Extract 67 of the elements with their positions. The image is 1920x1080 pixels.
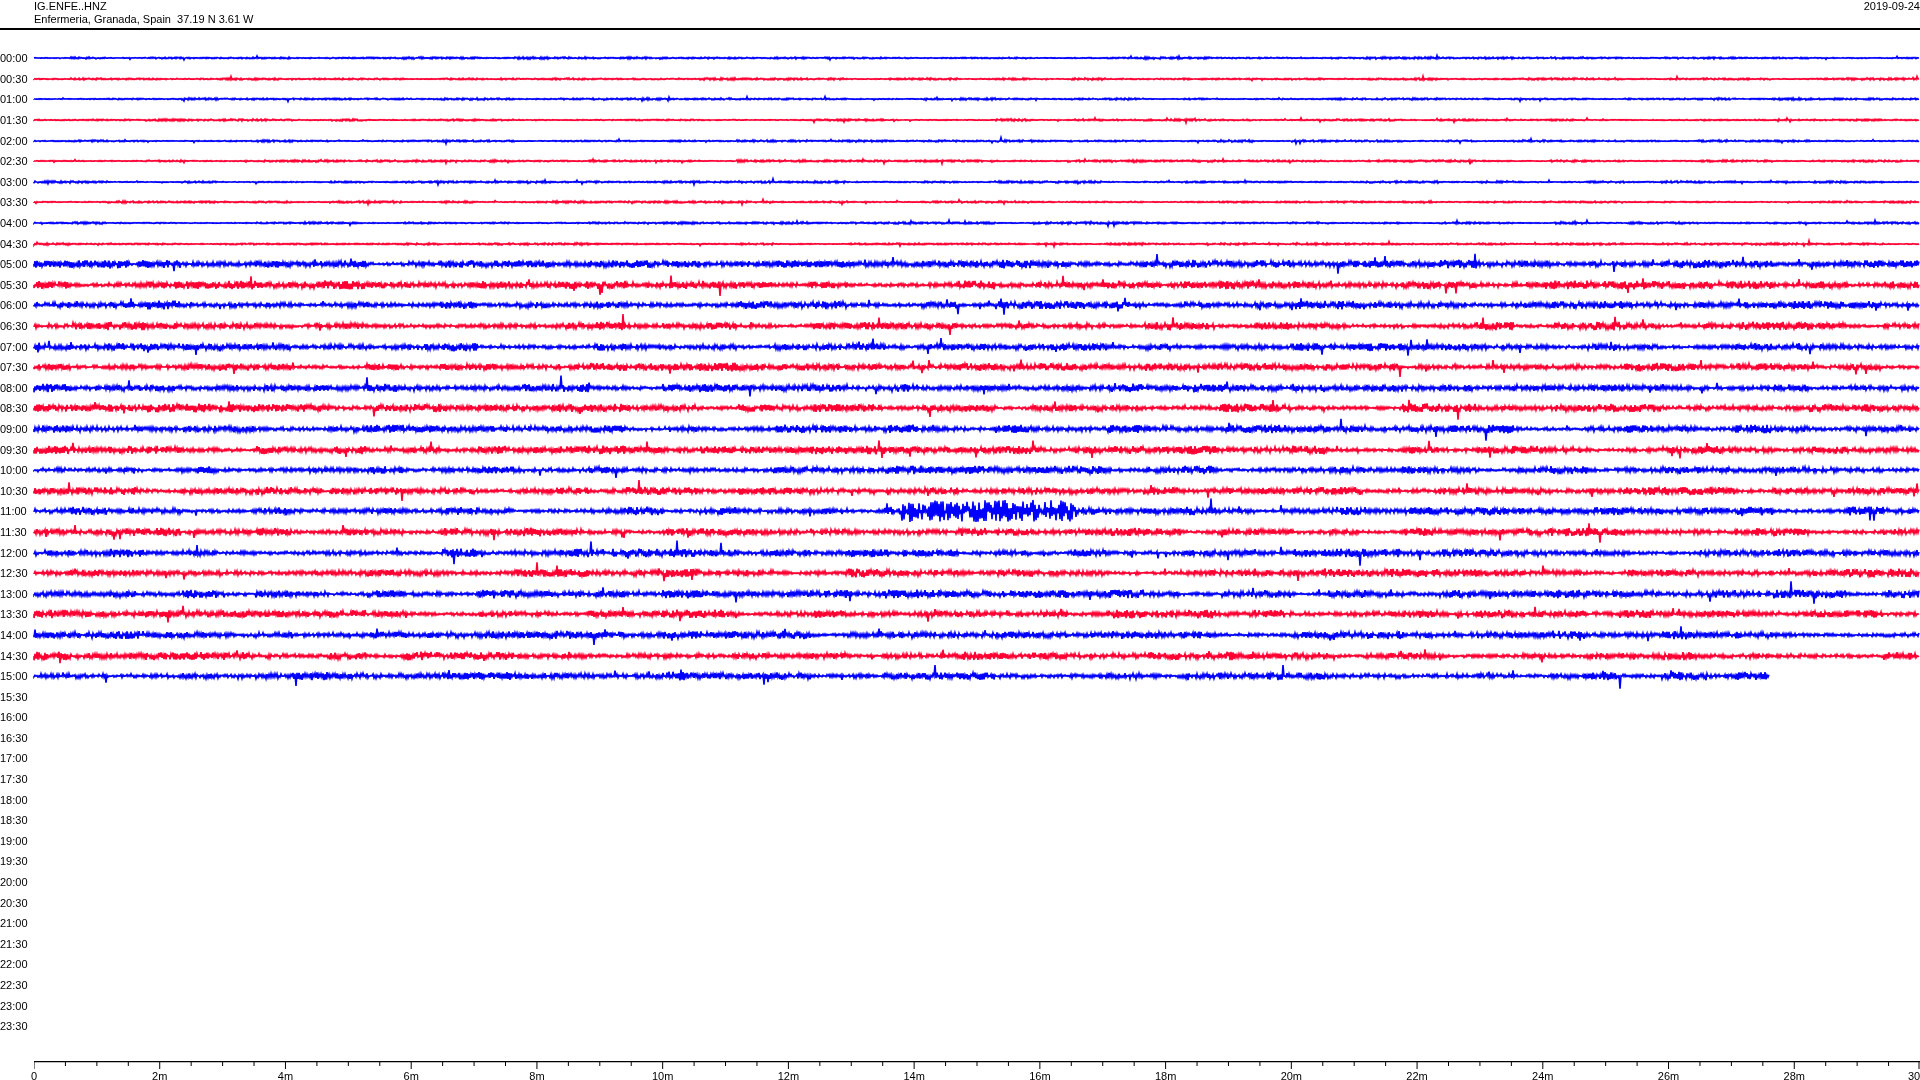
time-label: 11:30 <box>0 525 28 538</box>
axis-tick-label: 28m <box>1783 1069 1805 1080</box>
time-label: 10:00 <box>0 464 29 477</box>
time-label: 20:00 <box>0 876 29 889</box>
time-label: 21:00 <box>0 917 29 930</box>
date-label: 2019-09-24 <box>1863 0 1920 14</box>
station-location: Enfermeria, Granada, Spain 37.19 N 3.61 W <box>34 13 254 26</box>
time-label: 14:30 <box>0 649 29 662</box>
time-label: 05:30 <box>0 278 29 291</box>
axis-tick-label: 14m <box>903 1069 925 1080</box>
time-label: 09:30 <box>0 443 29 456</box>
time-label: 19:00 <box>0 834 29 847</box>
time-label: 23:30 <box>0 1020 29 1033</box>
time-label: 15:00 <box>0 670 29 683</box>
time-label: 01:00 <box>0 93 29 106</box>
axis-tick-label: 22m <box>1406 1069 1428 1080</box>
time-label: 00:00 <box>0 52 29 65</box>
time-label: 21:30 <box>0 937 29 950</box>
time-label: 18:30 <box>0 814 29 827</box>
axis-tick-label: 10m <box>651 1069 674 1080</box>
time-label: 01:30 <box>0 114 29 127</box>
time-label: 07:00 <box>0 340 29 353</box>
time-label: 03:00 <box>0 175 29 188</box>
axis-tick-label: 18m <box>1154 1069 1177 1080</box>
time-label: 05:00 <box>0 258 29 271</box>
time-label: 11:00 <box>0 505 28 518</box>
axis-tick-label: 2m <box>152 1069 168 1080</box>
axis-tick-label: 30 <box>1907 1069 1920 1080</box>
time-label: 06:30 <box>0 320 29 332</box>
time-label: 07:30 <box>0 361 29 374</box>
time-label: 12:30 <box>0 567 29 580</box>
time-label: 13:00 <box>0 587 29 600</box>
time-label: 08:00 <box>0 381 29 394</box>
time-label: 20:30 <box>0 896 29 909</box>
time-label: 00:30 <box>0 72 29 85</box>
time-label: 06:00 <box>0 299 29 312</box>
time-label: 09:00 <box>0 423 29 435</box>
time-label: 22:30 <box>0 979 29 991</box>
time-label: 16:00 <box>0 711 29 724</box>
time-label: 23:00 <box>0 999 29 1012</box>
time-label: 02:30 <box>0 155 29 168</box>
time-label: 03:30 <box>0 196 29 209</box>
time-label: 04:30 <box>0 237 29 250</box>
time-label: 18:00 <box>0 793 29 806</box>
axis-tick-label: 26m <box>1657 1069 1680 1080</box>
time-label: 19:30 <box>0 855 29 868</box>
axis-tick-label: 8m <box>529 1069 545 1080</box>
time-label: 13:30 <box>0 608 29 621</box>
time-label: 22:00 <box>0 958 29 971</box>
time-label: 10:30 <box>0 484 29 497</box>
axis-tick-label: 16m <box>1029 1069 1051 1080</box>
axis-tick-label: 12m <box>777 1069 800 1080</box>
axis-tick-label: 20m <box>1280 1069 1303 1080</box>
time-label: 04:00 <box>0 217 29 230</box>
time-label: 16:30 <box>0 731 29 744</box>
time-label: 17:00 <box>0 752 29 765</box>
axis-tick-label: 24m <box>1532 1069 1554 1080</box>
time-label: 12:00 <box>0 546 29 559</box>
time-label: 08:30 <box>0 402 29 415</box>
time-label: 14:00 <box>0 628 29 641</box>
axis-tick-label: 4m <box>277 1069 294 1080</box>
time-label: 15:30 <box>0 690 29 703</box>
time-label: 02:00 <box>0 134 29 147</box>
time-label: 17:30 <box>0 773 29 786</box>
axis-tick-label: 0 <box>30 1069 38 1080</box>
axis-tick-label: 6m <box>403 1069 419 1080</box>
station-code: IG.ENFE..HNZ <box>34 0 108 13</box>
